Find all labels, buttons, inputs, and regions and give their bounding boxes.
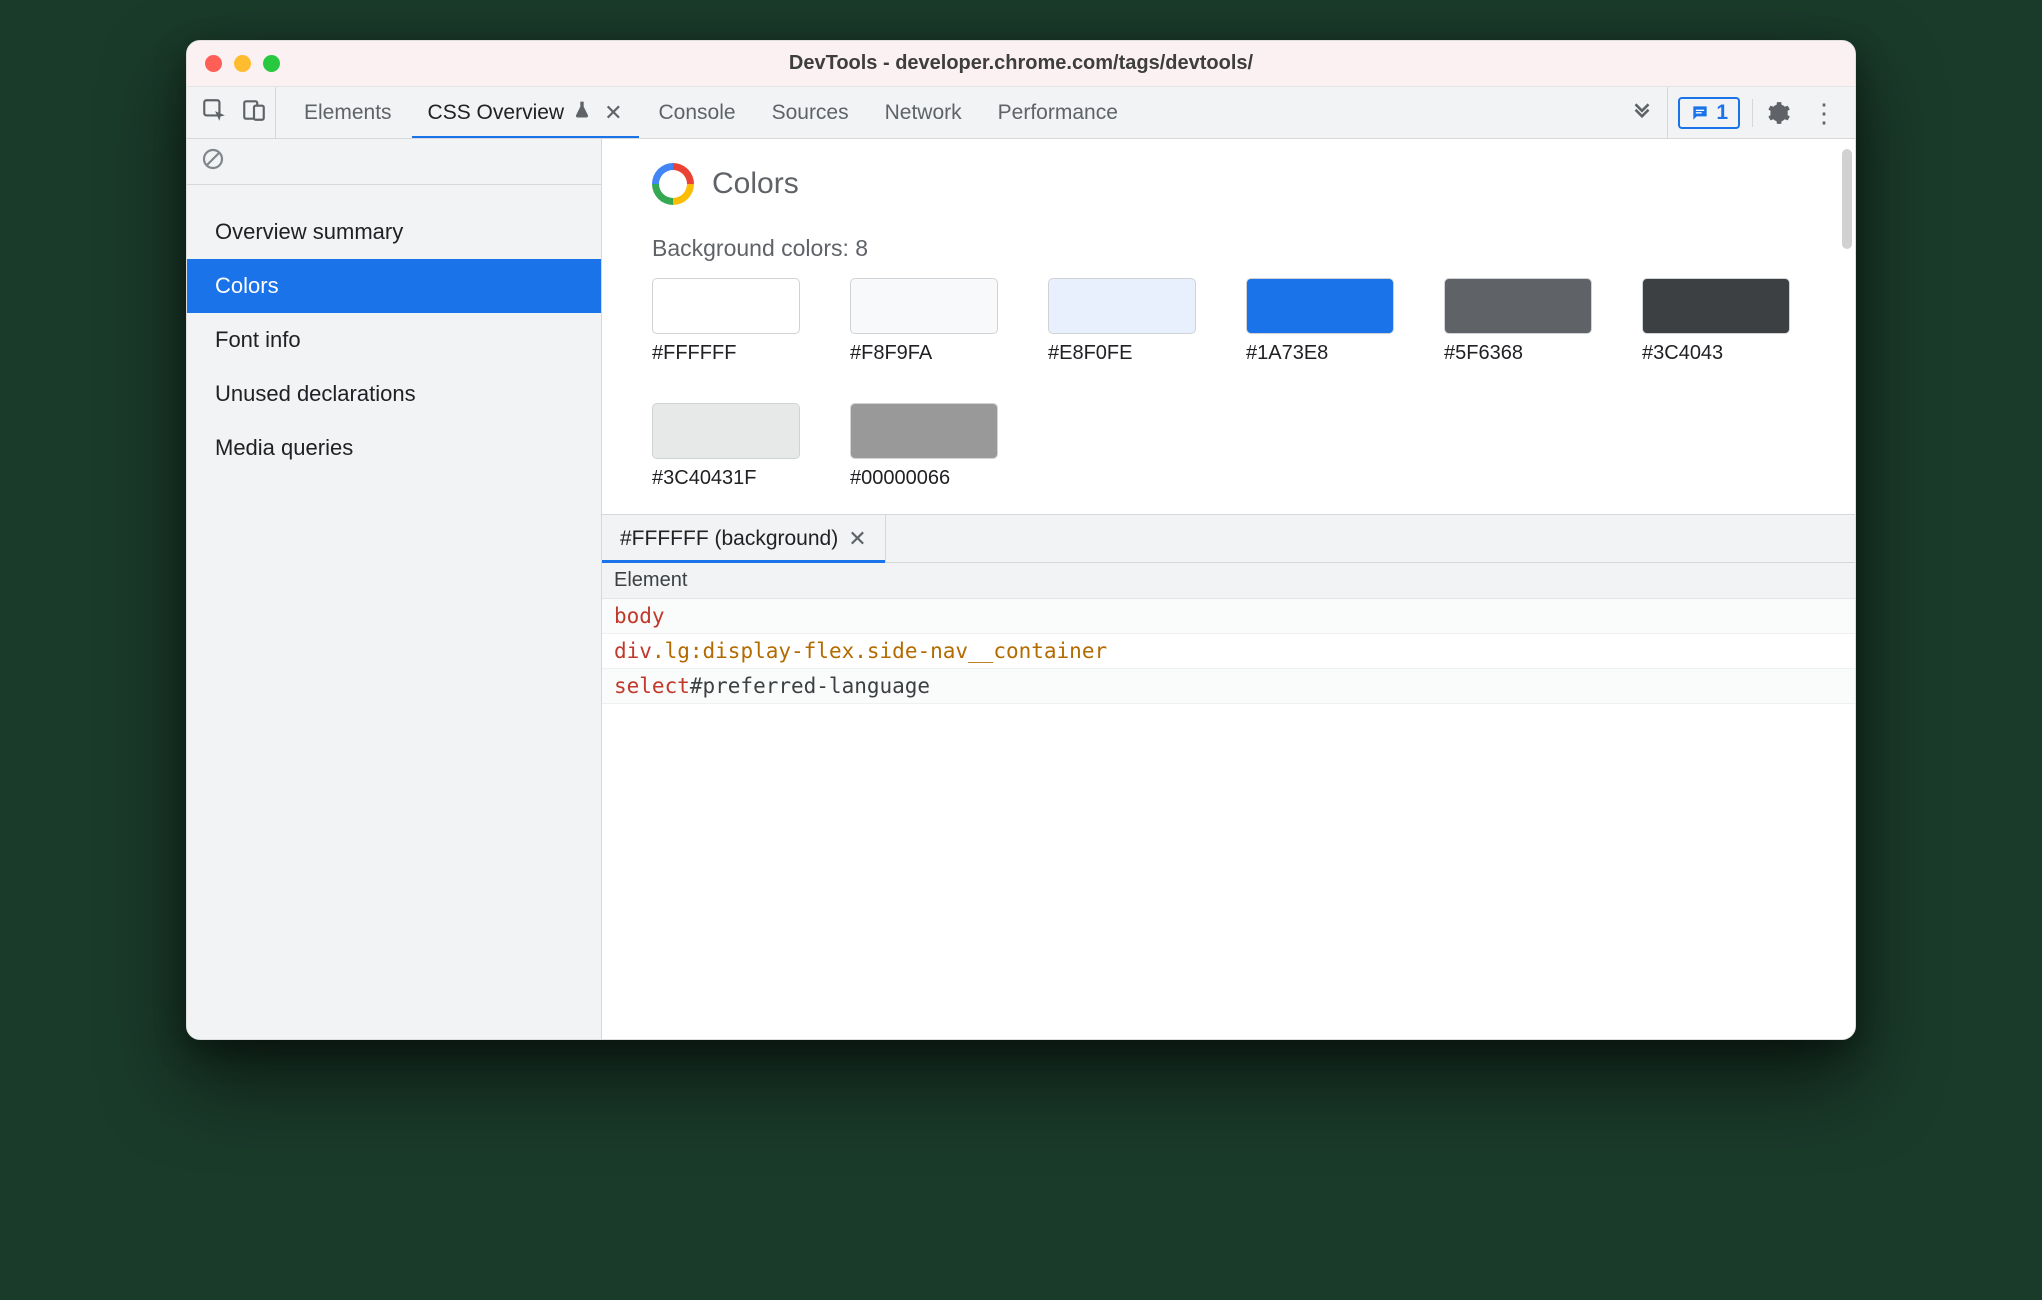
color-hex-label: #3C4043 bbox=[1642, 342, 1790, 365]
color-swatch[interactable]: #F8F9FA bbox=[850, 278, 998, 365]
tab-label: Elements bbox=[304, 101, 392, 125]
tab-label: Performance bbox=[998, 101, 1118, 125]
color-swatch[interactable]: #3C4043 bbox=[1642, 278, 1790, 365]
color-swatch[interactable]: #00000066 bbox=[850, 403, 998, 490]
more-options-button[interactable]: ⋮ bbox=[1803, 108, 1845, 118]
color-hex-label: #F8F9FA bbox=[850, 342, 998, 365]
scrollbar-thumb[interactable] bbox=[1842, 149, 1852, 249]
devtools-tabbar: Elements CSS Overview ✕ Console Sources Netwo… bbox=[187, 87, 1855, 139]
color-chip bbox=[652, 278, 800, 334]
element-row[interactable]: div.lg:display-flex.side-nav__container bbox=[602, 634, 1855, 669]
color-hex-label: #5F6368 bbox=[1444, 342, 1592, 365]
element-row[interactable]: select#preferred-language bbox=[602, 669, 1855, 704]
tab-label: Sources bbox=[772, 101, 849, 125]
devtools-window: DevTools - developer.chrome.com/tags/dev… bbox=[186, 40, 1856, 1040]
tab-elements[interactable]: Elements bbox=[286, 87, 410, 138]
close-window-button[interactable] bbox=[205, 55, 222, 72]
color-hex-label: #1A73E8 bbox=[1246, 342, 1394, 365]
sidebar-item-overview-summary[interactable]: Overview summary bbox=[187, 205, 601, 259]
color-chip bbox=[652, 403, 800, 459]
color-hex-label: #3C40431F bbox=[652, 467, 800, 490]
close-icon[interactable]: ✕ bbox=[600, 100, 622, 126]
color-swatch[interactable]: #1A73E8 bbox=[1246, 278, 1394, 365]
colors-subhead: Background colors: 8 bbox=[652, 235, 1805, 262]
element-row[interactable]: body bbox=[602, 599, 1855, 634]
tab-label: Console bbox=[659, 101, 736, 125]
tab-sources[interactable]: Sources bbox=[754, 87, 867, 138]
main-panel: Colors Background colors: 8 #FFFFFF #F8F9… bbox=[602, 139, 1855, 1039]
tab-css-overview[interactable]: CSS Overview ✕ bbox=[410, 87, 641, 138]
color-hex-label: #E8F0FE bbox=[1048, 342, 1196, 365]
clear-overview-button[interactable] bbox=[201, 147, 225, 177]
tab-network[interactable]: Network bbox=[867, 87, 980, 138]
issues-button[interactable]: 1 bbox=[1678, 97, 1740, 129]
device-toggle-icon[interactable] bbox=[241, 97, 267, 129]
sidebar-item-unused-declarations[interactable]: Unused declarations bbox=[187, 367, 601, 421]
tab-label: Network bbox=[885, 101, 962, 125]
color-chip bbox=[1642, 278, 1790, 334]
color-chip bbox=[850, 278, 998, 334]
css-overview-sidebar: Overview summaryColorsFont infoUnused de… bbox=[187, 139, 602, 1039]
color-swatch[interactable]: #3C40431F bbox=[652, 403, 800, 490]
minimize-window-button[interactable] bbox=[234, 55, 251, 72]
inspect-icon[interactable] bbox=[201, 97, 227, 129]
section-title: Colors bbox=[712, 167, 799, 201]
sidebar-item-font-info[interactable]: Font info bbox=[187, 313, 601, 367]
color-chip bbox=[850, 403, 998, 459]
tab-label: CSS Overview bbox=[428, 101, 565, 125]
tab-console[interactable]: Console bbox=[641, 87, 754, 138]
color-chip bbox=[1246, 278, 1394, 334]
color-chip bbox=[1444, 278, 1592, 334]
color-chip bbox=[1048, 278, 1196, 334]
color-swatch[interactable]: #FFFFFF bbox=[652, 278, 800, 365]
maximize-window-button[interactable] bbox=[263, 55, 280, 72]
close-icon[interactable]: ✕ bbox=[848, 526, 866, 552]
details-column-header: Element bbox=[602, 563, 1855, 599]
window-controls bbox=[187, 55, 280, 72]
color-swatch[interactable]: #E8F0FE bbox=[1048, 278, 1196, 365]
chat-icon bbox=[1690, 103, 1710, 123]
color-details-panel: #FFFFFF (background) ✕ Element bodydiv.l… bbox=[602, 514, 1855, 1039]
issues-count: 1 bbox=[1716, 101, 1728, 125]
settings-button[interactable] bbox=[1765, 100, 1791, 126]
colors-ring-icon bbox=[652, 163, 694, 205]
flask-icon bbox=[572, 100, 592, 126]
sidebar-item-media-queries[interactable]: Media queries bbox=[187, 421, 601, 475]
details-tab[interactable]: #FFFFFF (background) ✕ bbox=[602, 515, 886, 562]
gear-icon bbox=[1765, 100, 1791, 126]
titlebar: DevTools - developer.chrome.com/tags/dev… bbox=[187, 41, 1855, 87]
tab-performance[interactable]: Performance bbox=[980, 87, 1136, 138]
sidebar-item-colors[interactable]: Colors bbox=[187, 259, 601, 313]
more-tabs-button[interactable] bbox=[1617, 87, 1667, 138]
color-swatch[interactable]: #5F6368 bbox=[1444, 278, 1592, 365]
clear-icon bbox=[201, 147, 225, 171]
color-hex-label: #00000066 bbox=[850, 467, 998, 490]
color-hex-label: #FFFFFF bbox=[652, 342, 800, 365]
details-tab-label: #FFFFFF (background) bbox=[620, 527, 838, 551]
window-title: DevTools - developer.chrome.com/tags/dev… bbox=[187, 52, 1855, 75]
